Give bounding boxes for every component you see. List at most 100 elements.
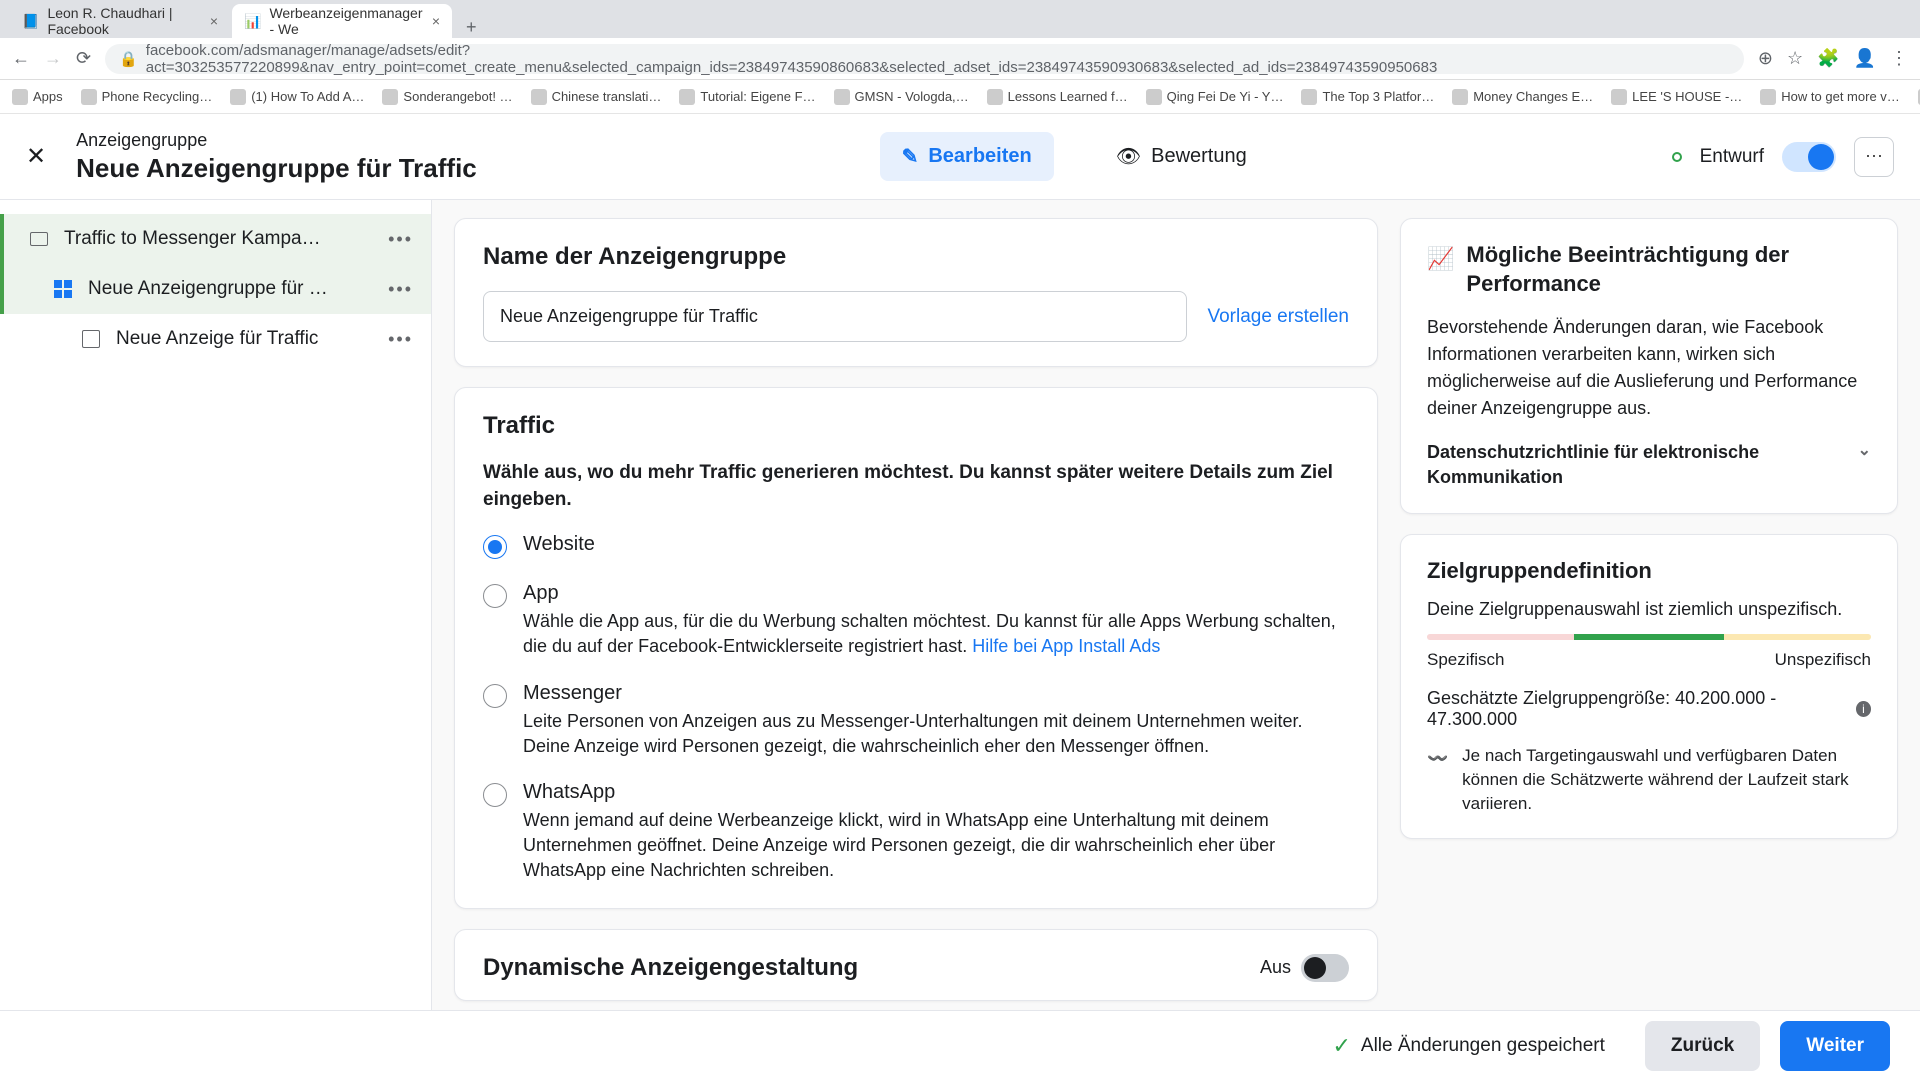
bookmark[interactable]: Chinese translati… <box>531 89 662 105</box>
gauge-label-unspecific: Unspezifisch <box>1775 650 1871 670</box>
bookmark[interactable]: (1) How To Add A… <box>230 89 364 105</box>
bookmark[interactable]: Tutorial: Eigene F… <box>679 89 815 105</box>
close-icon[interactable]: ✕ <box>26 142 46 171</box>
chevron-down-icon: ⌄ <box>1858 440 1871 462</box>
browser-tab[interactable]: 📘 Leon R. Chaudhari | Facebook × <box>10 4 230 38</box>
left-tree-panel: Traffic to Messenger Kampa… ••• Neue Anz… <box>0 200 432 1058</box>
expand-label: Datenschutzrichtlinie für elektronische … <box>1427 440 1804 490</box>
browser-nav: ← → ⟳ 🔒 facebook.com/adsmanager/manage/a… <box>0 38 1920 80</box>
traffic-card: Traffic Wähle aus, wo du mehr Traffic ge… <box>454 387 1378 909</box>
bookmark[interactable]: GMSN - Vologda,… <box>834 89 969 105</box>
zoom-icon[interactable]: ⊕ <box>1758 48 1773 69</box>
eye-icon: 👁 <box>1116 144 1141 169</box>
tree-label: Neue Anzeige für Traffic <box>116 328 374 350</box>
bookmark[interactable]: Money Changes E… <box>1452 89 1593 105</box>
radio-option-messenger[interactable]: Messenger Leite Personen von Anzeigen au… <box>483 682 1349 759</box>
right-card-title: Zielgruppendefinition <box>1427 557 1652 586</box>
performance-card: 📈 Mögliche Beeinträchtigung der Performa… <box>1400 218 1898 514</box>
radio-input[interactable] <box>483 783 507 807</box>
more-icon[interactable]: ••• <box>388 329 413 350</box>
radio-label: App <box>523 582 1349 605</box>
tree-ad[interactable]: Neue Anzeige für Traffic ••• <box>0 314 431 364</box>
browser-tab-active[interactable]: 📊 Werbeanzeigenmanager - We × <box>232 4 452 38</box>
bookmarks-bar: Apps Phone Recycling… (1) How To Add A… … <box>0 80 1920 114</box>
status-dot-icon <box>1672 152 1682 162</box>
close-icon[interactable]: × <box>432 13 440 29</box>
name-card: Name der Anzeigengruppe Vorlage erstelle… <box>454 218 1378 367</box>
trend-icon: 📈 <box>1427 245 1454 274</box>
image-icon <box>80 328 102 350</box>
audience-card: Zielgruppendefinition Deine Zielgruppena… <box>1400 534 1898 839</box>
adset-name-input[interactable] <box>483 291 1187 342</box>
url-text: facebook.com/adsmanager/manage/adsets/ed… <box>146 42 1730 76</box>
radio-label: Website <box>523 533 1349 556</box>
estimate-label: Geschätzte Zielgruppengröße: 40.200.000 … <box>1427 688 1848 730</box>
audience-text: Deine Zielgruppenauswahl ist ziemlich un… <box>1427 599 1871 620</box>
forward-icon[interactable]: → <box>44 48 62 69</box>
new-tab-button[interactable]: + <box>454 17 489 38</box>
bookmark[interactable]: The Top 3 Platfor… <box>1301 89 1434 105</box>
apps-icon <box>12 89 28 105</box>
radio-input[interactable] <box>483 584 507 608</box>
saved-status: ✓ Alle Änderungen gespeichert <box>1332 1033 1604 1059</box>
page-title: Neue Anzeigengruppe für Traffic <box>76 153 477 184</box>
back-icon[interactable]: ← <box>12 48 30 69</box>
url-bar[interactable]: 🔒 facebook.com/adsmanager/manage/adsets/… <box>105 44 1744 74</box>
back-button[interactable]: Zurück <box>1645 1021 1760 1071</box>
header-toggle[interactable] <box>1782 142 1836 172</box>
grid-icon <box>52 278 74 300</box>
tree-adset[interactable]: Neue Anzeigengruppe für … ••• <box>0 264 431 314</box>
more-icon[interactable]: ••• <box>388 229 413 250</box>
edit-tab[interactable]: ✎ Bearbeiten <box>880 132 1054 181</box>
footer: ✓ Alle Änderungen gespeichert Zurück Wei… <box>0 1010 1920 1080</box>
tab-title: Werbeanzeigenmanager - We <box>269 5 423 37</box>
bookmark[interactable]: Apps <box>12 89 63 105</box>
create-template-link[interactable]: Vorlage erstellen <box>1207 306 1349 328</box>
estimate-note: Je nach Targetingauswahl und verfügbaren… <box>1462 744 1871 815</box>
dynamic-toggle[interactable] <box>1301 954 1349 982</box>
close-icon[interactable]: × <box>210 13 218 29</box>
profile-icon[interactable]: 👤 <box>1854 48 1876 69</box>
bookmark[interactable]: LEE 'S HOUSE -… <box>1611 89 1742 105</box>
bookmark[interactable]: Lessons Learned f… <box>987 89 1128 105</box>
right-panel: 📈 Mögliche Beeinträchtigung der Performa… <box>1400 200 1920 1058</box>
folder-icon <box>28 228 50 250</box>
radio-description: Leite Personen von Anzeigen aus zu Messe… <box>523 709 1349 759</box>
next-button[interactable]: Weiter <box>1780 1021 1890 1071</box>
gauge-label-specific: Spezifisch <box>1427 650 1504 670</box>
tree-campaign[interactable]: Traffic to Messenger Kampa… ••• <box>0 214 431 264</box>
radio-option-website[interactable]: Website <box>483 533 1349 560</box>
center-panel: Name der Anzeigengruppe Vorlage erstelle… <box>432 200 1400 1058</box>
radio-input[interactable] <box>483 535 507 559</box>
info-icon[interactable]: i <box>1856 701 1871 717</box>
performance-text: Bevorstehende Änderungen daran, wie Face… <box>1427 314 1871 422</box>
help-link[interactable]: Hilfe bei App Install Ads <box>972 636 1160 656</box>
menu-icon[interactable]: ⋮ <box>1890 48 1908 69</box>
app-header: ✕ Anzeigengruppe Neue Anzeigengruppe für… <box>0 114 1920 200</box>
more-options-button[interactable]: ⋯ <box>1854 137 1894 177</box>
more-icon[interactable]: ••• <box>388 279 413 300</box>
browser-tabs: 📘 Leon R. Chaudhari | Facebook × 📊 Werbe… <box>0 0 1920 38</box>
bookmark[interactable]: Qing Fei De Yi - Y… <box>1146 89 1284 105</box>
extension-icon[interactable]: 🧩 <box>1817 48 1839 69</box>
tab-favicon: 📊 <box>244 13 261 30</box>
bookmark[interactable]: Phone Recycling… <box>81 89 213 105</box>
tree-label: Neue Anzeigengruppe für … <box>88 278 374 300</box>
bookmark[interactable]: How to get more v… <box>1760 89 1900 105</box>
review-tab[interactable]: 👁 Bewertung <box>1094 132 1269 181</box>
activity-icon: 〰️ <box>1427 747 1448 815</box>
star-icon[interactable]: ☆ <box>1787 48 1803 69</box>
bookmark[interactable]: Sonderangebot! … <box>382 89 512 105</box>
radio-option-whatsapp[interactable]: WhatsApp Wenn jemand auf deine Werbeanze… <box>483 781 1349 884</box>
right-card-title: Mögliche Beeinträchtigung der Performanc… <box>1466 241 1871 298</box>
reload-icon[interactable]: ⟳ <box>76 48 91 69</box>
radio-option-app[interactable]: App Wähle die App aus, für die du Werbun… <box>483 582 1349 659</box>
privacy-expand-row[interactable]: Datenschutzrichtlinie für elektronische … <box>1427 440 1871 490</box>
tree-label: Traffic to Messenger Kampa… <box>64 228 374 250</box>
radio-input[interactable] <box>483 684 507 708</box>
radio-description: Wenn jemand auf deine Werbeanzeige klick… <box>523 808 1349 884</box>
pencil-icon: ✎ <box>902 144 919 169</box>
radio-label: WhatsApp <box>523 781 1349 804</box>
card-description: Wähle aus, wo du mehr Traffic generieren… <box>483 460 1349 513</box>
dynamic-creative-card: Dynamische Anzeigengestaltung Aus <box>454 929 1378 1001</box>
